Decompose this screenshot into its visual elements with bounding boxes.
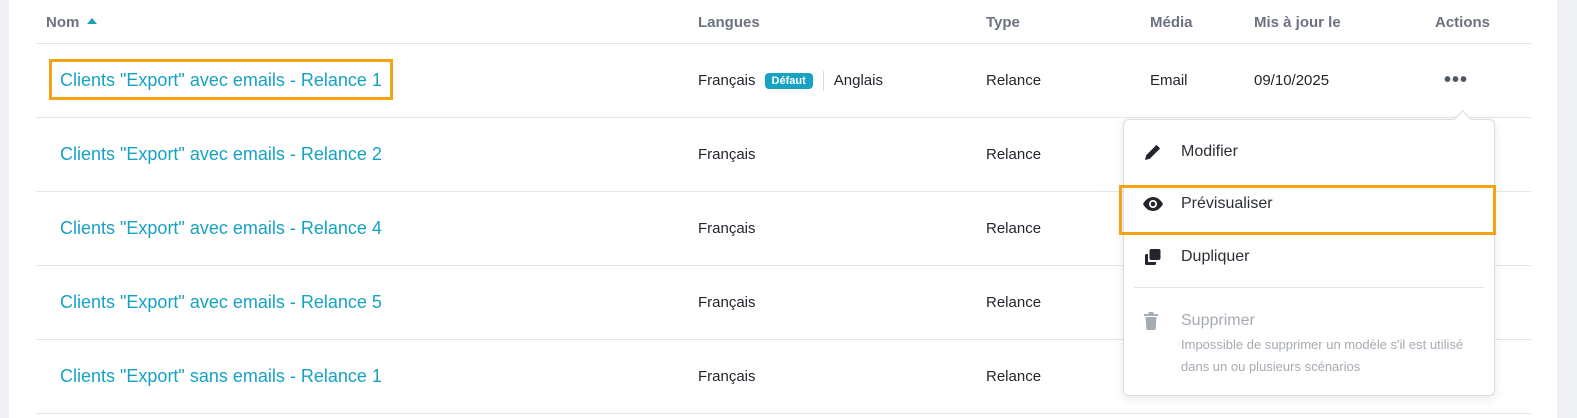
languages-cell: Français (698, 146, 756, 163)
header-media: Média (1150, 14, 1193, 31)
languages-cell: Français Défaut Anglais (698, 44, 883, 117)
languages-cell: Français (698, 220, 756, 237)
trash-icon (1143, 311, 1159, 336)
type-cell: Relance (986, 294, 1042, 311)
type-cell: Relance (986, 368, 1042, 385)
pencil-icon (1133, 142, 1173, 162)
template-name-link[interactable]: Clients "Export" avec emails - Relance 2 (60, 144, 382, 165)
menu-item-modifier[interactable]: Modifier (1124, 132, 1494, 172)
header-type: Type (986, 14, 1020, 31)
language-divider (822, 70, 824, 91)
page-edge (1557, 0, 1577, 418)
updated-cell: 09/10/2025 (1254, 72, 1330, 89)
template-name-link[interactable]: Clients "Export" avec emails - Relance 5 (60, 292, 382, 313)
media-cell: Email (1150, 72, 1188, 89)
languages-cell: Français (698, 368, 756, 385)
default-badge: Défaut (764, 72, 813, 89)
language-label: Français (698, 72, 756, 89)
highlight-box (49, 59, 393, 100)
menu-item-label: Modifier (1181, 143, 1238, 160)
header-name-label: Nom (46, 14, 80, 31)
languages-cell: Français (698, 294, 756, 311)
table-header: Nom Langues Type Média Mis à jour le Act… (36, 0, 1531, 44)
sort-ascending-icon (87, 18, 98, 24)
header-languages: Langues (698, 14, 760, 31)
menu-item-supprimer: Supprimer (1181, 312, 1255, 329)
menu-divider (1134, 287, 1484, 288)
menu-item-dupliquer[interactable]: Dupliquer (1124, 237, 1494, 277)
delete-disabled-description: Impossible de supprimer un modèle s'il e… (1181, 337, 1464, 374)
actions-menu: Modifier Prévisualiser Dupliquer Supprim… (1123, 110, 1495, 396)
language-label: Anglais (833, 72, 883, 89)
type-cell: Relance (986, 72, 1042, 89)
header-actions: Actions (1435, 14, 1491, 31)
template-name-link[interactable]: Clients "Export" avec emails - Relance 4 (60, 218, 382, 239)
type-cell: Relance (986, 220, 1042, 237)
duplicate-icon (1133, 247, 1173, 267)
highlight-box (1119, 185, 1496, 235)
header-name[interactable]: Nom (46, 14, 98, 31)
type-cell: Relance (986, 146, 1042, 163)
template-name-link[interactable]: Clients "Export" sans emails - Relance 1 (60, 366, 382, 387)
more-actions-icon[interactable]: ••• (1444, 69, 1468, 92)
header-updated: Mis à jour le (1254, 14, 1341, 31)
menu-item-label: Dupliquer (1181, 248, 1250, 265)
